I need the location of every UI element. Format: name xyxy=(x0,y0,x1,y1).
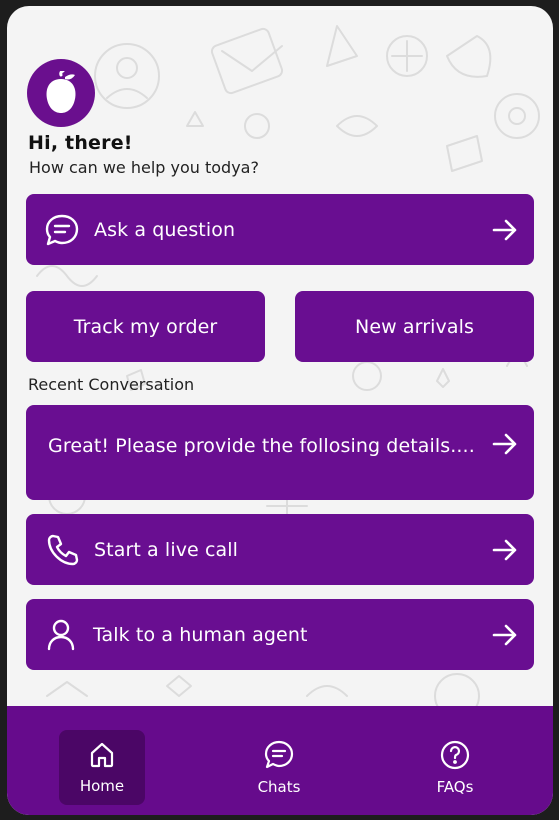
ask-question-label: Ask a question xyxy=(94,218,236,241)
nav-chats-label: Chats xyxy=(257,777,301,796)
nav-chats[interactable]: Chats xyxy=(236,730,322,805)
nav-home-label: Home xyxy=(79,776,125,795)
user-icon xyxy=(46,619,76,651)
greeting-subtitle: How can we help you todya? xyxy=(29,158,259,177)
new-arrivals-label: New arrivals xyxy=(355,315,474,338)
arrow-right-icon xyxy=(492,539,518,561)
ask-question-button[interactable]: Ask a question xyxy=(26,194,534,265)
recent-conversation-preview: Great! Please provide the follosing deta… xyxy=(48,435,475,457)
start-live-call-button[interactable]: Start a live call xyxy=(26,514,534,585)
recent-conversation-heading: Recent Conversation xyxy=(28,375,195,394)
greeting-title: Hi, there! xyxy=(28,132,133,154)
main-content: Hi, there! How can we help you todya? As… xyxy=(7,6,553,706)
talk-to-agent-button[interactable]: Talk to a human agent xyxy=(26,599,534,670)
recent-conversation-card[interactable]: Great! Please provide the follosing deta… xyxy=(26,405,534,500)
phone-icon xyxy=(46,533,80,567)
nav-faqs-label: FAQs xyxy=(436,777,474,796)
talk-to-agent-label: Talk to a human agent xyxy=(93,623,308,646)
home-icon xyxy=(90,742,114,767)
track-order-label: Track my order xyxy=(73,315,218,338)
help-circle-icon xyxy=(440,740,470,769)
bottom-navigation: Home Chats FAQs xyxy=(7,706,553,815)
new-arrivals-button[interactable]: New arrivals xyxy=(295,291,534,362)
nav-faqs[interactable]: FAQs xyxy=(412,730,498,805)
chat-bubble-icon xyxy=(44,213,80,247)
nav-home[interactable]: Home xyxy=(59,730,145,805)
brand-logo xyxy=(27,59,95,127)
start-live-call-label: Start a live call xyxy=(94,538,239,561)
chat-icon xyxy=(264,740,294,768)
arrow-right-icon xyxy=(492,219,518,241)
arrow-right-icon xyxy=(492,624,518,646)
track-order-button[interactable]: Track my order xyxy=(26,291,265,362)
acorn-icon xyxy=(46,71,76,113)
arrow-right-icon xyxy=(492,433,518,455)
app-screen: Hi, there! How can we help you todya? As… xyxy=(7,6,553,815)
